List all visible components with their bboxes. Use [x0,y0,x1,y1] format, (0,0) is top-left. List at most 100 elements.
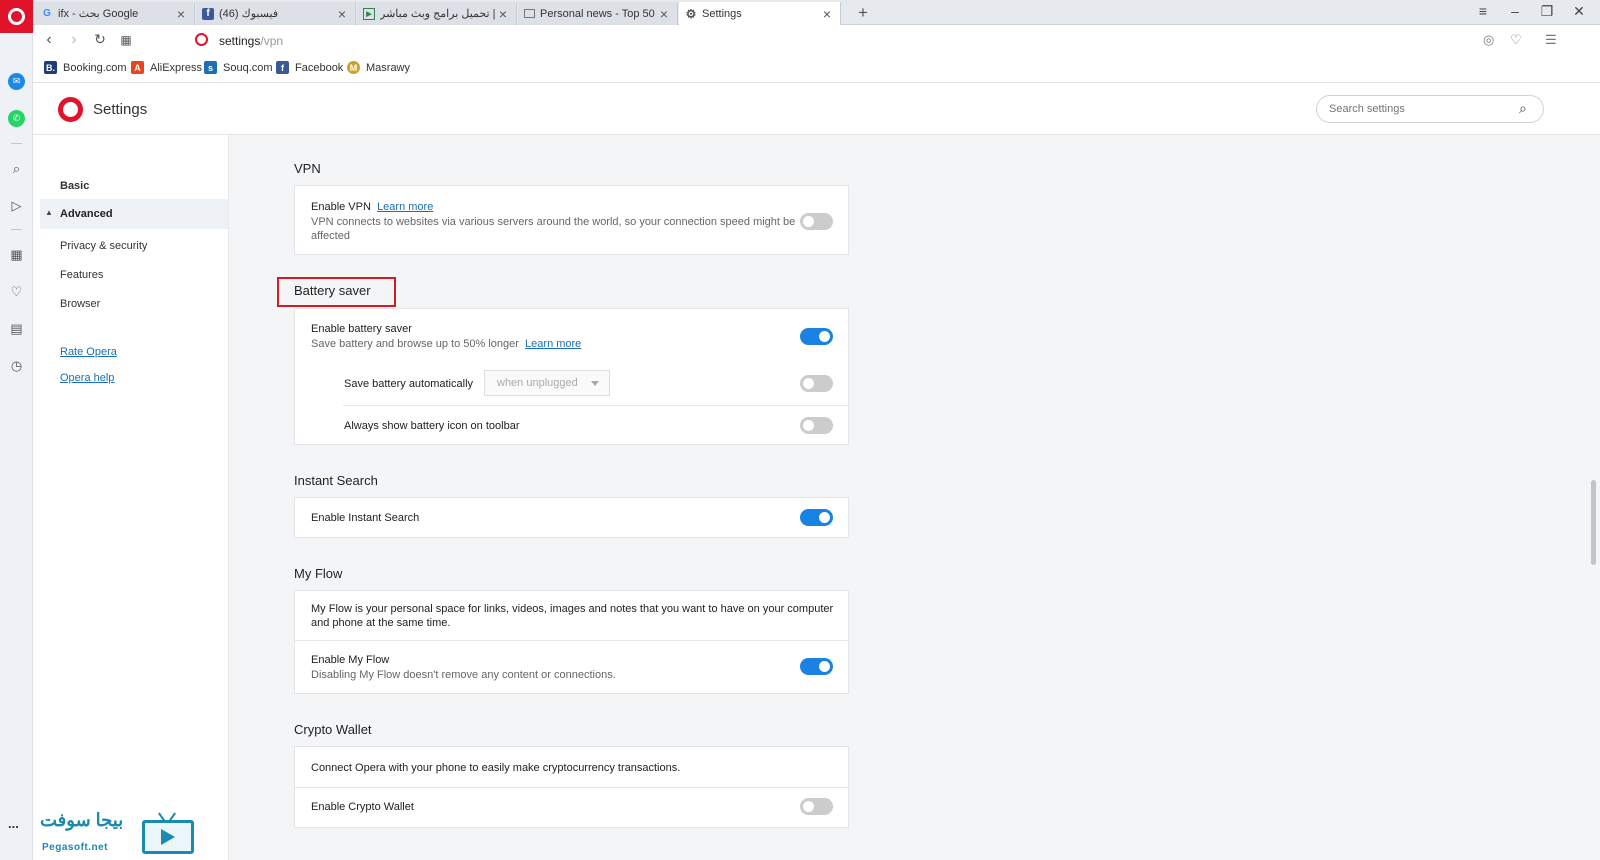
rail-divider [11,229,22,230]
search-icon[interactable]: ⌕ [8,160,25,177]
search-icon[interactable]: ⌕ [1519,100,1527,117]
souq-icon: s [204,61,217,74]
sidebar-item-privacy[interactable]: Privacy & security [60,240,147,252]
select-value: when unplugged [497,377,578,389]
tab-title: (46) فيسبوك [219,8,279,20]
vpn-toggle[interactable] [800,213,833,230]
aliexpress-icon: A [131,61,144,74]
opera-menu-button[interactable] [0,0,33,33]
bookmark-booking[interactable]: B. Booking.com [44,61,127,74]
speed-dial-icon[interactable]: ▦ [117,33,135,47]
reload-icon[interactable]: ↻ [91,31,109,48]
tab-title: Settings [702,8,742,20]
google-icon: G [43,8,51,19]
tab-facebook[interactable]: f (46) فيسبوك × [196,2,356,25]
url-field[interactable]: settings/vpn [219,34,283,48]
rate-opera-link[interactable]: Rate Opera [60,346,117,358]
restore-button[interactable]: ❐ [1532,3,1562,20]
battery-auto-select[interactable]: when unplugged [484,370,610,396]
search-input[interactable] [1316,95,1544,123]
easy-setup-icon[interactable]: ☰ [1545,32,1557,48]
battery-learn-more-link[interactable]: Learn more [525,338,581,350]
tab-google[interactable]: G ifx - بحث Google × [35,2,195,25]
heart-icon[interactable]: ♡ [8,283,25,300]
news-icon [524,9,535,18]
tab-title: Personal news - Top 50 [540,7,655,20]
vpn-description-cont: affected [311,230,350,242]
sidebar-item-advanced[interactable]: ▲ Advanced [40,199,228,229]
bookmark-label: Souq.com [223,61,273,74]
bookmark-aliexpress[interactable]: A AliExpress [131,61,202,74]
tab-title: ifx - بحث Google [58,8,139,20]
facebook-icon: f [276,61,289,74]
send-icon[interactable]: ▷ [8,197,25,214]
rail-divider [11,143,22,144]
url-host: settings [219,34,261,48]
crypto-enable-label: Enable Crypto Wallet [311,801,414,813]
news-icon[interactable]: ▤ [8,320,25,337]
speed-dial-icon[interactable]: ▦ [8,246,25,263]
battery-desc-text: Save battery and browse up to 50% longer [311,338,519,350]
my-flow-section-title: My Flow [294,566,343,581]
my-flow-toggle[interactable] [800,658,833,675]
whatsapp-icon[interactable]: ✆ [8,110,25,127]
address-bar: ‹ › ↻ ▦ settings/vpn ◎ ♡ ☰ [33,25,1600,56]
vpn-learn-more-link[interactable]: Learn more [377,201,433,213]
antenna-right [168,812,176,823]
settings-sidebar: Basic ▲ Advanced Privacy & security Feat… [33,135,229,860]
crypto-toggle[interactable] [800,798,833,815]
back-icon[interactable]: ‹ [40,31,58,49]
sidebar-item-features[interactable]: Features [60,269,103,281]
my-flow-card: My Flow is your personal space for links… [294,590,849,694]
heart-icon[interactable]: ♡ [1510,32,1522,48]
my-flow-description-cont: and phone at the same time. [311,617,451,629]
bookmark-masrawy[interactable]: M Masrawy [347,61,410,74]
url-path: /vpn [260,34,284,48]
tab-strip: G ifx - بحث Google × f (46) فيسبوك × ▶ ب… [0,0,1600,26]
facebook-icon: f [202,7,214,20]
close-icon[interactable]: × [657,6,671,22]
close-icon[interactable]: × [335,6,349,22]
opera-help-link[interactable]: Opera help [60,372,114,384]
row-divider [295,787,848,788]
close-icon[interactable]: × [174,6,188,22]
chevron-down-icon [591,381,599,386]
instant-search-section-title: Instant Search [294,473,378,488]
my-flow-enable-description: Disabling My Flow doesn't remove any con… [311,669,616,681]
camera-icon[interactable]: ◎ [1483,32,1494,48]
close-icon[interactable]: × [496,6,510,22]
battery-toggle[interactable] [800,328,833,345]
tab-downloads[interactable]: ▶ بث | تحميل برامج وبث مباشر × [357,2,517,25]
tab-settings[interactable]: ⚙ Settings × [679,2,841,26]
messenger-icon[interactable]: ✉ [8,73,25,90]
close-window-button[interactable]: ✕ [1564,3,1594,20]
forward-icon[interactable]: › [65,31,83,49]
instant-search-card: Enable Instant Search [294,497,849,538]
battery-icon-toggle[interactable] [800,417,833,434]
bookmark-souq[interactable]: s Souq.com [204,61,273,74]
bookmark-facebook[interactable]: f Facebook [276,61,343,74]
scrollbar[interactable] [1591,480,1596,565]
history-icon[interactable]: ◷ [8,357,25,374]
minimize-button[interactable]: – [1500,3,1530,19]
sidebar-item-basic[interactable]: Basic [60,180,89,192]
row-divider [343,405,849,406]
opera-logo-icon [58,97,83,122]
instant-search-label: Enable Instant Search [311,512,420,524]
tab-news[interactable]: Personal news - Top 50 × [518,2,678,25]
bookmark-label: Facebook [295,61,344,74]
pegasoft-watermark: ... بيجا سوفت Pegasoft.net [0,808,200,860]
gear-icon: ⚙ [685,7,697,21]
vpn-section-title: VPN [294,161,321,176]
caret-up-icon: ▲ [45,208,53,217]
battery-section-title: Battery saver [294,283,371,298]
instant-search-toggle[interactable] [800,509,833,526]
tab-menu-icon[interactable]: ≡ [1468,3,1498,19]
my-flow-enable-label: Enable My Flow [311,654,390,666]
sidebar-item-browser[interactable]: Browser [60,298,100,310]
new-tab-button[interactable]: + [858,3,868,23]
battery-auto-toggle[interactable] [800,375,833,392]
more-icon[interactable]: ... [8,816,19,831]
bookmark-label: Booking.com [63,61,127,74]
close-icon[interactable]: × [820,6,834,22]
